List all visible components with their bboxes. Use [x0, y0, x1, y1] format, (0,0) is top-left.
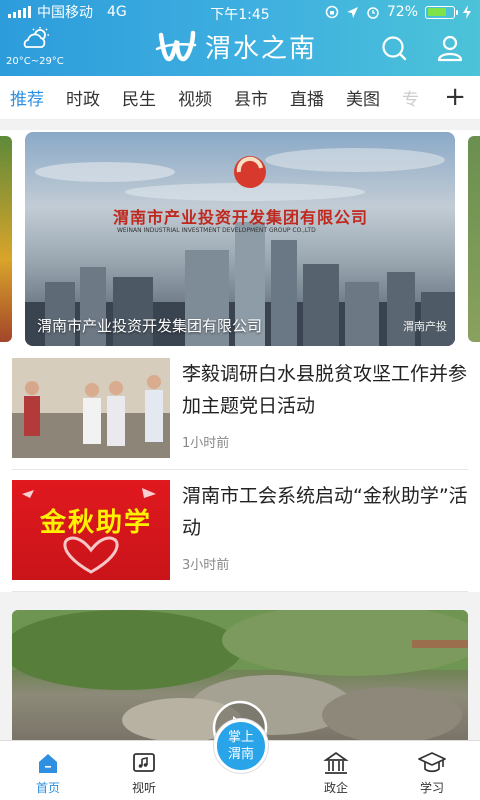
news-title[interactable]: 李毅调研白水县脱贫攻坚工作并参加主题党日活动 — [182, 358, 468, 422]
news-time: 1小时前 — [182, 436, 230, 451]
category-tabs: 推荐 时政 民生 视频 县市 直播 美图 专 + — [0, 76, 480, 120]
home-icon — [39, 754, 57, 773]
banner-caption: 渭南市产业投资开发集团有限公司 — [37, 317, 263, 335]
center-nav-button[interactable]: 掌上 渭南 — [214, 719, 268, 773]
nav-government-label: 政企 — [323, 781, 348, 795]
user-icon[interactable] — [436, 34, 464, 62]
app-brand: 渭水之南 — [155, 28, 317, 65]
news-thumbnail — [12, 358, 170, 458]
tab-video[interactable]: 视频 — [178, 85, 212, 110]
previous-slide-peek[interactable] — [0, 136, 12, 342]
app-title: 渭水之南 — [205, 34, 318, 64]
temperature-text: 20°C~29°C — [6, 56, 64, 67]
news-time: 3小时前 — [182, 558, 230, 573]
tab-counties[interactable]: 县市 — [234, 85, 268, 110]
city-skyline-image — [25, 148, 455, 346]
app-logo — [155, 30, 197, 61]
partly-cloudy-icon — [23, 27, 49, 48]
lock-rotation-icon — [325, 5, 339, 19]
tab-photos[interactable]: 美图 — [346, 85, 380, 110]
government-building-icon — [323, 751, 349, 774]
app-bar: 20°C~29°C 渭水之南 — [0, 24, 480, 76]
banner-watermark: 渭南产投 — [403, 320, 447, 333]
charging-icon — [463, 5, 471, 19]
bottom-navigation: 首页 视听 政企 学习 掌上 渭南 — [0, 719, 480, 800]
search-icon[interactable] — [380, 34, 408, 62]
nav-study[interactable]: 学习 — [397, 748, 467, 796]
news-list: 李毅调研白水县脱贫攻坚工作并参加主题党日活动 1小时前 金秋助学 渭南市工会系统… — [0, 348, 480, 592]
banner-slide[interactable]: 渭南市产业投资开发集团有限公司 WEINAN INDUSTRIAL INVEST… — [25, 132, 455, 346]
media-icon — [133, 753, 155, 772]
nav-media[interactable]: 视听 — [109, 748, 179, 796]
banner-logo-subtext: WEINAN INDUSTRIAL INVESTMENT DEVELOPMENT… — [117, 227, 316, 234]
graduation-cap-icon — [418, 752, 446, 773]
nav-home-label: 首页 — [35, 781, 60, 795]
center-nav-line1: 掌上 — [227, 730, 254, 745]
carrier-name: 中国移动 — [37, 5, 93, 21]
network-type: 4G — [107, 4, 127, 20]
add-tab-button[interactable]: + — [444, 84, 466, 110]
location-icon — [346, 6, 358, 18]
news-title[interactable]: 渭南市工会系统启动“金秋助学”活动 — [182, 480, 468, 544]
tab-recommend[interactable]: 推荐 — [10, 85, 44, 110]
nav-media-label: 视听 — [131, 781, 156, 795]
tab-special[interactable]: 专 — [402, 85, 419, 110]
news-item[interactable]: 金秋助学 渭南市工会系统启动“金秋助学”活动 3小时前 — [12, 470, 468, 592]
battery-percent: 72% — [386, 4, 418, 20]
news-thumbnail: 金秋助学 — [12, 480, 170, 580]
alarm-icon — [367, 7, 379, 19]
tab-live[interactable]: 直播 — [290, 85, 324, 110]
news-item[interactable]: 李毅调研白水县脱贫攻坚工作并参加主题党日活动 1小时前 — [12, 348, 468, 470]
battery-icon — [425, 5, 458, 19]
tab-politics[interactable]: 时政 — [66, 85, 100, 110]
status-bar: 中国移动 4G 下午1:45 72% — [0, 0, 480, 24]
nav-study-label: 学习 — [419, 781, 444, 795]
meeting-photo — [12, 358, 170, 458]
banner-carousel[interactable]: 渭南市产业投资开发集团有限公司 WEINAN INDUSTRIAL INVEST… — [0, 130, 480, 348]
banner-logo-text: 渭南市产业投资开发集团有限公司 — [113, 208, 369, 227]
next-slide-peek[interactable] — [468, 136, 480, 342]
nav-government[interactable]: 政企 — [301, 748, 371, 796]
weather-widget[interactable]: 20°C~29°C — [6, 24, 76, 67]
heart-hands-image — [22, 488, 156, 574]
tab-livelihood[interactable]: 民生 — [122, 85, 156, 110]
center-nav-line2: 渭南 — [227, 747, 254, 762]
signal-icon — [8, 6, 31, 18]
nav-home[interactable]: 首页 — [13, 748, 83, 796]
header: 中国移动 4G 下午1:45 72% 20°C~29°C 渭水之南 — [0, 0, 480, 76]
